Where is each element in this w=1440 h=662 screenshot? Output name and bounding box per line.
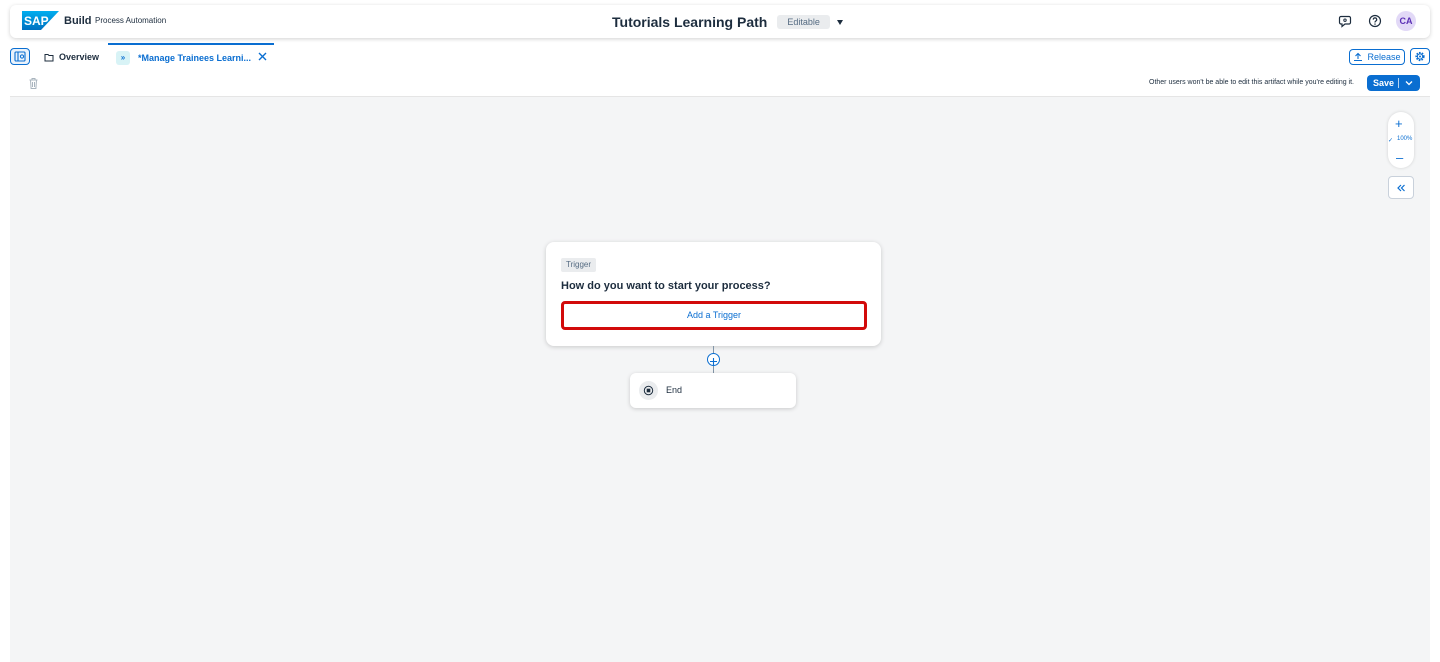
status-badge: Editable bbox=[777, 15, 830, 29]
gear-icon bbox=[1415, 51, 1425, 62]
plus-icon bbox=[710, 358, 717, 365]
navigation-toggle-button[interactable] bbox=[10, 48, 30, 65]
project-title-menu[interactable]: Tutorials Learning Path Editable bbox=[612, 12, 843, 32]
collapse-panel-button[interactable] bbox=[1388, 176, 1414, 199]
avatar[interactable]: CA bbox=[1396, 11, 1416, 31]
trigger-question: How do you want to start your process? bbox=[561, 280, 771, 292]
zoom-in-icon[interactable]: + bbox=[1395, 116, 1403, 131]
stop-circle-icon bbox=[643, 385, 654, 396]
save-label: Save bbox=[1373, 78, 1395, 88]
tab-overview[interactable]: Overview bbox=[38, 44, 105, 70]
chevron-down-icon bbox=[1405, 81, 1413, 86]
end-label: End bbox=[666, 385, 683, 395]
caret-down-icon[interactable] bbox=[836, 19, 843, 25]
end-icon bbox=[639, 381, 658, 400]
tab-overview-label: Overview bbox=[59, 52, 100, 62]
add-trigger-button[interactable]: Add a Trigger bbox=[561, 301, 867, 330]
release-label: Release bbox=[1367, 52, 1401, 62]
upload-icon bbox=[1354, 52, 1363, 62]
edit-lock-message: Other users won't be able to edit this a… bbox=[1149, 79, 1354, 86]
zoom-check-icon: ✓ bbox=[1388, 138, 1394, 144]
editor-toolbar: Other users won't be able to edit this a… bbox=[10, 71, 1430, 97]
double-chevron-left-icon bbox=[1397, 184, 1405, 191]
save-menu-button[interactable] bbox=[1399, 75, 1419, 91]
add-step-button[interactable] bbox=[707, 353, 720, 366]
feedback-icon[interactable] bbox=[1338, 14, 1352, 28]
sap-logo[interactable]: SAP bbox=[22, 11, 59, 30]
process-canvas[interactable]: + ✓ 100% – Trigger How do you want to st… bbox=[10, 97, 1430, 662]
zoom-control: + ✓ 100% – bbox=[1388, 112, 1414, 168]
trigger-card: Trigger How do you want to start your pr… bbox=[546, 242, 881, 346]
close-icon[interactable] bbox=[257, 51, 268, 62]
process-icon: » bbox=[116, 50, 130, 65]
trash-icon[interactable] bbox=[28, 77, 39, 90]
save-button[interactable]: Save bbox=[1367, 75, 1420, 91]
project-title: Tutorials Learning Path bbox=[612, 14, 768, 30]
zoom-level[interactable]: 100% bbox=[1397, 136, 1412, 142]
settings-button[interactable] bbox=[1410, 48, 1430, 65]
sap-logo-text: SAP bbox=[24, 14, 49, 28]
trigger-tag: Trigger bbox=[561, 258, 597, 272]
end-node[interactable]: End bbox=[630, 373, 796, 408]
folder-icon bbox=[44, 53, 54, 61]
tab-manage-trainees-label: *Manage Trainees Learni... bbox=[138, 52, 252, 63]
tab-manage-trainees[interactable]: » *Manage Trainees Learni... bbox=[108, 43, 274, 70]
zoom-out-icon[interactable]: – bbox=[1396, 150, 1403, 165]
brand-name: Build bbox=[64, 15, 92, 27]
side-navigation-icon bbox=[14, 51, 26, 62]
release-button[interactable]: Release bbox=[1349, 49, 1405, 65]
help-icon[interactable] bbox=[1368, 14, 1382, 28]
shell-bar: SAP Build Process Automation Tutorials L… bbox=[10, 5, 1430, 38]
product-name: Process Automation bbox=[95, 16, 167, 25]
